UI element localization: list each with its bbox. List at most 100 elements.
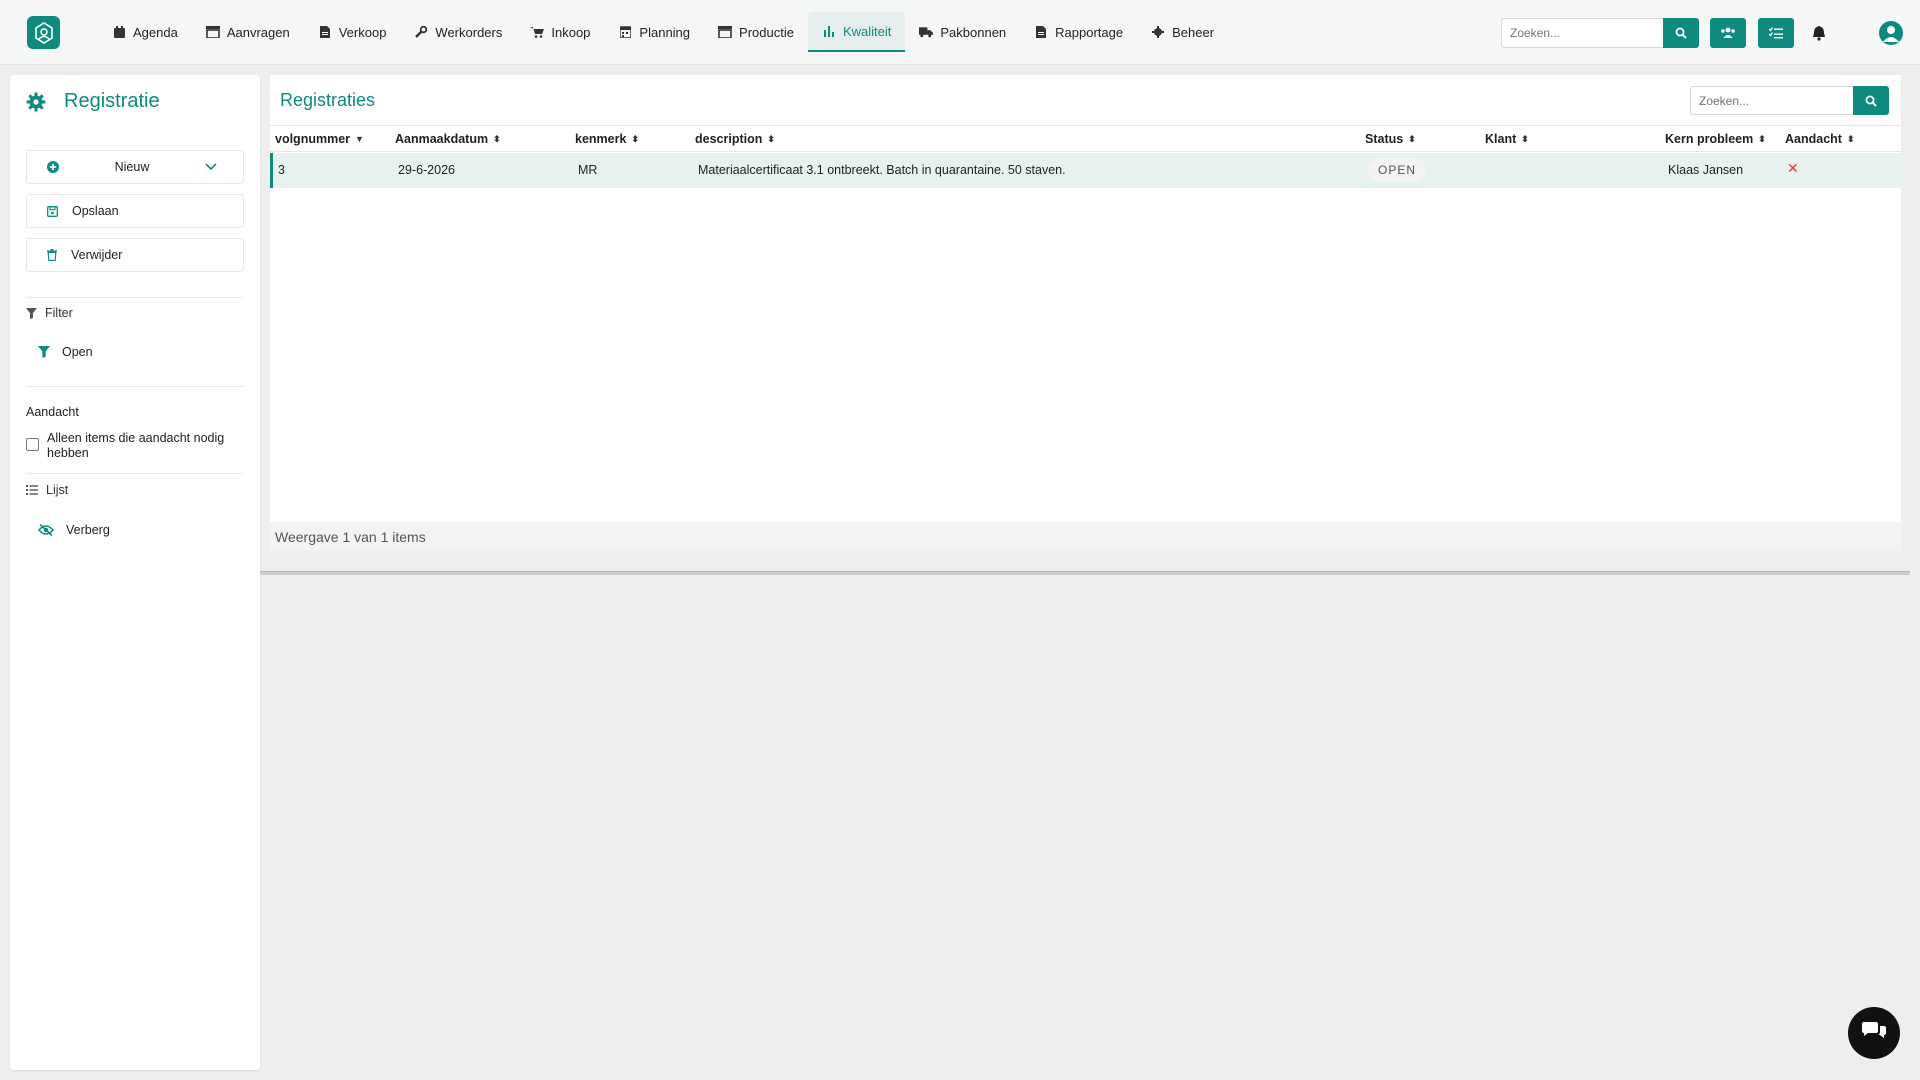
wrench-icon: [414, 25, 428, 39]
registraties-panel: Registraties volgnummer ▼ Aanmaakdatum ⬍ k…: [270, 75, 1901, 551]
nav-label: Inkoop: [551, 24, 591, 40]
sidebar: Registratie Nieuw Opslaan Verwijder Filt…: [10, 75, 260, 1070]
save-button[interactable]: Opslaan: [26, 194, 244, 228]
sort-icon: ⬍: [1758, 133, 1766, 144]
app-logo[interactable]: [27, 16, 60, 49]
users-button[interactable]: [1710, 18, 1746, 48]
sort-icon: ⬍: [1408, 133, 1416, 144]
cell-kern-probleem: Klaas Jansen: [1668, 163, 1744, 177]
delete-button-label: Verwijder: [71, 248, 123, 262]
column-header-kern-probleem[interactable]: Kern probleem ⬍: [1665, 132, 1766, 146]
nav-label: Agenda: [133, 24, 178, 40]
sort-icon: ⬍: [1846, 133, 1855, 144]
nav-label: Beheer: [1172, 24, 1215, 40]
aandacht-x-icon: ✕: [1787, 160, 1799, 176]
nav-item-rapportage[interactable]: Rapportage: [1020, 12, 1137, 52]
global-search-input[interactable]: [1501, 18, 1664, 48]
column-header-description[interactable]: description ⬍: [695, 132, 775, 146]
hide-item[interactable]: Verberg: [38, 523, 110, 537]
sidebar-title: Registratie: [26, 90, 160, 113]
new-button[interactable]: Nieuw: [26, 150, 244, 184]
nav-item-werkorders[interactable]: Werkorders: [400, 12, 516, 52]
file-icon: [318, 25, 332, 39]
table-footer: Weergave 1 van 1 items: [270, 522, 1901, 551]
column-label: Kern probleem: [1665, 132, 1754, 146]
filter-open-item[interactable]: Open: [38, 345, 93, 359]
sidebar-title-text: Registratie: [64, 90, 160, 112]
nav-item-pakbonnen[interactable]: Pakbonnen: [905, 12, 1020, 52]
column-header-aanmaakdatum[interactable]: Aanmaakdatum ⬍: [395, 132, 501, 146]
divider: [26, 297, 244, 298]
nav-item-productie[interactable]: Productie: [704, 12, 808, 52]
table-search-button[interactable]: [1853, 86, 1889, 115]
global-search-button[interactable]: [1663, 18, 1699, 48]
user-avatar[interactable]: [1879, 21, 1903, 45]
logo-icon: [34, 21, 53, 44]
table-search-input[interactable]: [1690, 86, 1854, 115]
sort-icon: ⬍: [493, 133, 501, 144]
nav-label: Werkorders: [435, 24, 503, 40]
nav-item-planning[interactable]: Planning: [604, 12, 704, 52]
factory-icon: [718, 25, 733, 39]
chat-button[interactable]: [1848, 1007, 1900, 1059]
filter-section-header: Filter: [26, 306, 73, 320]
column-header-volgnummer[interactable]: volgnummer ▼: [275, 132, 364, 146]
attention-checkbox-label: Alleen items die aandacht nodig hebben: [47, 431, 225, 460]
column-header-kenmerk[interactable]: kenmerk ⬍: [575, 132, 639, 146]
column-label: Status: [1365, 132, 1404, 146]
calendar-grid-icon: [618, 25, 632, 39]
column-label: Aandacht: [1785, 132, 1842, 146]
cell-aanmaakdatum: 29-6-2026: [398, 163, 455, 177]
cart-icon: [530, 25, 545, 39]
main-nav: Agenda Aanvragen Verkoop Werkorders Inko…: [98, 12, 1228, 52]
cell-volgnummer: 3: [278, 163, 285, 177]
table-row[interactable]: 3 29-6-2026 MR Materiaalcertificaat 3.1 …: [270, 153, 1901, 188]
list-label: Lijst: [46, 483, 69, 497]
nav-item-aanvragen[interactable]: Aanvragen: [192, 12, 304, 52]
column-header-klant[interactable]: Klant ⬍: [1485, 132, 1529, 146]
nav-item-agenda[interactable]: Agenda: [98, 12, 192, 52]
nav-label: Kwaliteit: [842, 23, 892, 39]
calendar-icon: [112, 25, 126, 39]
status-badge: OPEN: [1368, 158, 1427, 182]
notifications-button[interactable]: [1809, 22, 1829, 44]
sort-desc-icon: ▼: [355, 134, 364, 144]
nav-item-inkoop[interactable]: Inkoop: [516, 12, 604, 52]
report-icon: [1034, 25, 1048, 39]
attention-checkbox[interactable]: [26, 438, 39, 451]
new-button-label: Nieuw: [114, 160, 150, 174]
sort-icon: ⬍: [631, 133, 639, 144]
column-header-aandacht[interactable]: Aandacht ⬍: [1785, 132, 1855, 146]
filter-icon: [26, 307, 37, 319]
nav-label: Productie: [739, 24, 794, 40]
nav-item-beheer[interactable]: Beheer: [1137, 12, 1228, 52]
table-header: volgnummer ▼ Aanmaakdatum ⬍ kenmerk ⬍ descr…: [270, 125, 1901, 152]
nav-item-verkoop[interactable]: Verkoop: [304, 12, 401, 52]
save-button-label: Opslaan: [72, 204, 119, 218]
panel-splitter[interactable]: [260, 571, 1910, 575]
save-icon: [47, 205, 58, 217]
eye-slash-icon: [38, 524, 54, 536]
cell-description: Materiaalcertificaat 3.1 ontbreekt. Batc…: [698, 163, 1066, 177]
gear-icon: [26, 92, 46, 111]
trash-icon: [47, 249, 57, 261]
divider: [26, 473, 244, 474]
gear-icon: [1151, 25, 1165, 39]
column-header-status[interactable]: Status ⬍: [1365, 132, 1416, 146]
tasks-button[interactable]: [1758, 18, 1794, 48]
nav-item-kwaliteit[interactable]: Kwaliteit: [807, 12, 906, 52]
nav-label: Pakbonnen: [940, 24, 1007, 40]
delete-button[interactable]: Verwijder: [26, 238, 244, 272]
plus-circle-icon: [47, 161, 59, 173]
chat-icon: [1862, 1022, 1886, 1038]
filter-icon: [38, 346, 50, 358]
bar-chart-icon: [822, 24, 836, 38]
sort-icon: ⬍: [767, 133, 775, 144]
divider: [26, 386, 244, 387]
top-navbar: Agenda Aanvragen Verkoop Werkorders Inko…: [0, 0, 1920, 65]
nav-label: Verkoop: [338, 24, 387, 40]
panel-title: Registraties: [280, 90, 376, 110]
cell-kenmerk: MR: [578, 163, 598, 177]
column-label: Klant: [1485, 132, 1517, 146]
attention-checkbox-row[interactable]: Alleen items die aandacht nodig hebben: [26, 431, 246, 461]
